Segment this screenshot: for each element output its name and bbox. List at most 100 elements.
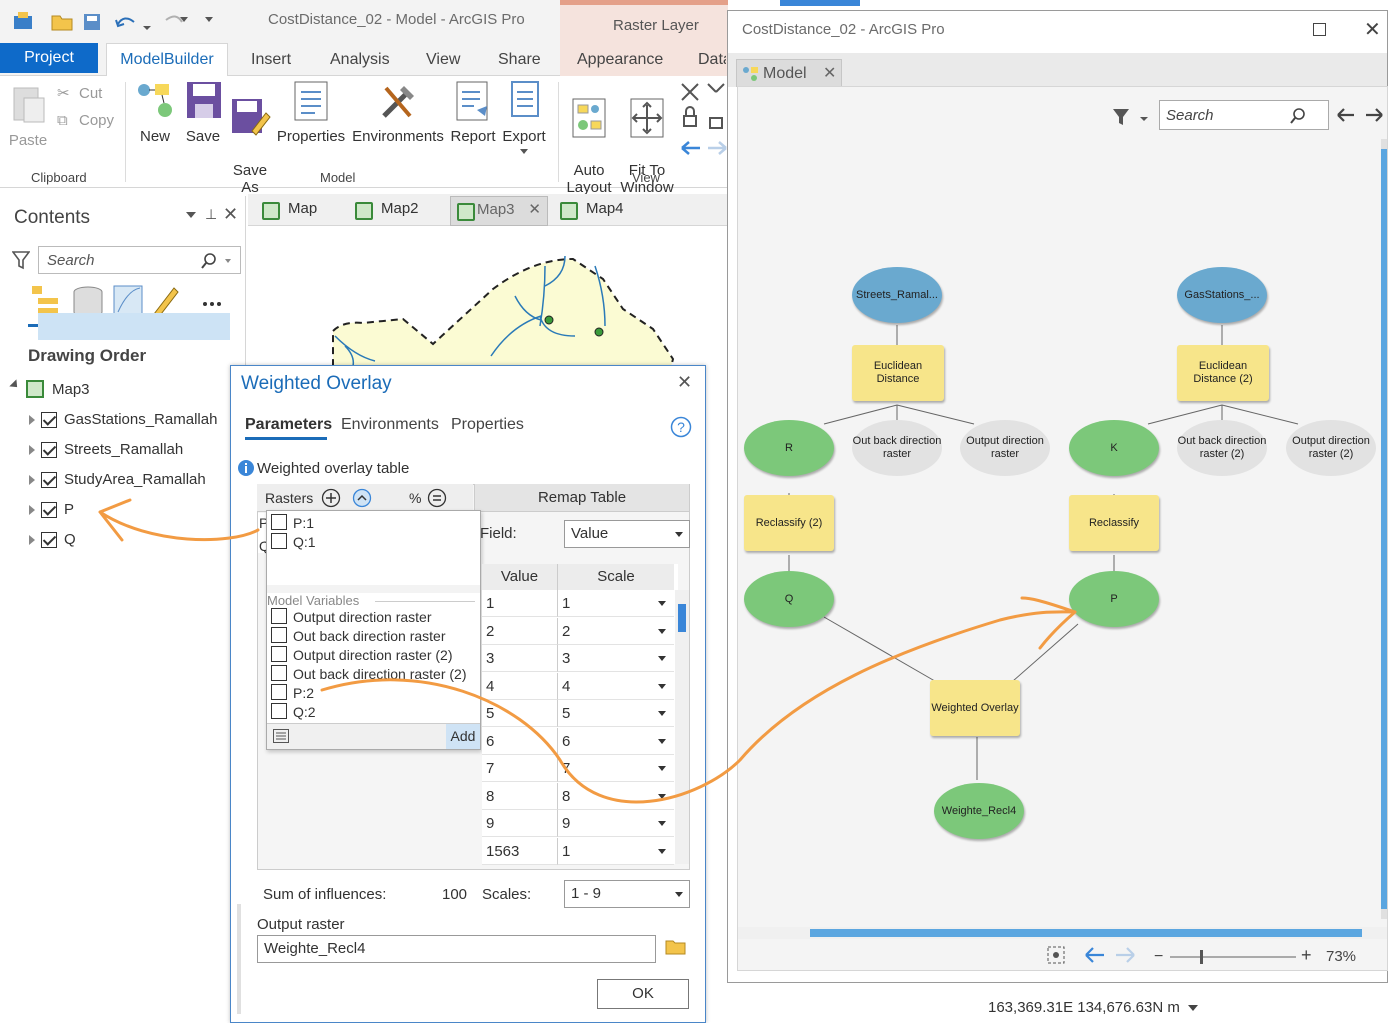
layer-visibility-checkbox[interactable] [41, 532, 57, 548]
close-icon[interactable]: ✕ [223, 204, 238, 225]
layer-streets[interactable]: Streets_Ramallah [64, 441, 183, 458]
checkbox[interactable] [271, 533, 287, 549]
tab-share[interactable]: Share [498, 51, 541, 69]
layer-p[interactable]: P [64, 501, 74, 518]
properties-button[interactable]: Properties [276, 80, 346, 145]
save-as-button[interactable]: Save As [229, 80, 271, 196]
model-var-item[interactable]: P:2 [271, 684, 314, 702]
remap-value-cell[interactable]: 8 [482, 782, 558, 810]
remap-value-cell[interactable]: 5 [482, 700, 558, 727]
save-button[interactable]: Save [182, 80, 224, 145]
remap-scrollbar[interactable] [675, 590, 689, 864]
zoom-out-icon[interactable]: − [1154, 948, 1163, 966]
expand-icon[interactable] [29, 415, 35, 425]
vertical-scrollbar[interactable] [1381, 139, 1387, 919]
equal-influence-icon[interactable] [427, 488, 447, 508]
tab-map[interactable]: Map [262, 200, 317, 226]
checkbox[interactable] [271, 627, 287, 643]
remap-scale-select[interactable]: 4 [558, 672, 674, 700]
model-var-item[interactable]: Output direction raster (2) [271, 646, 453, 664]
environments-button[interactable]: Environments [352, 80, 444, 145]
tab-parameters[interactable]: Parameters [245, 416, 332, 434]
copy-button[interactable]: ⧉ Copy [57, 112, 114, 129]
tool-weighted-overlay[interactable]: Weighted Overlay [930, 680, 1020, 736]
report-button[interactable]: Report [450, 80, 496, 145]
close-icon[interactable]: ✕ [823, 63, 836, 83]
folder-icon[interactable] [665, 938, 687, 956]
checkbox[interactable] [271, 514, 287, 530]
export-button[interactable]: Export [500, 80, 548, 154]
remap-scale-select[interactable]: 9 [558, 810, 674, 837]
map-expand-icon[interactable] [9, 379, 21, 391]
zoom-slider-thumb[interactable] [1200, 950, 1203, 964]
view-small-tools[interactable] [680, 82, 728, 160]
node-p[interactable]: P [1069, 571, 1159, 627]
map-view[interactable] [255, 226, 728, 400]
tool-euclidean-distance-2[interactable]: Euclidean Distance (2) [1177, 345, 1269, 401]
checkbox[interactable] [271, 608, 287, 624]
chevron-down-icon[interactable] [1188, 1005, 1198, 1011]
pin-icon[interactable]: ⊥ [205, 206, 217, 223]
contents-search-input[interactable]: Search [38, 246, 241, 274]
tab-data[interactable]: Data [698, 51, 726, 69]
tab-analysis[interactable]: Analysis [330, 51, 390, 69]
remap-value-cell[interactable]: 6 [482, 727, 558, 755]
remap-value-cell[interactable]: 3 [482, 645, 558, 672]
node-r[interactable]: R [744, 420, 834, 476]
field-select[interactable]: Value [564, 520, 690, 548]
horizontal-scrollbar[interactable] [738, 927, 1387, 939]
cut-button[interactable]: ✂ Cut [57, 84, 102, 102]
layer-visibility-checkbox[interactable] [41, 472, 57, 488]
node-out-back-direction-2[interactable]: Out back direction raster (2) [1177, 420, 1267, 476]
remap-scale-select[interactable]: 6 [558, 727, 674, 755]
expand-icon[interactable] [29, 505, 35, 515]
node-q[interactable]: Q [744, 571, 834, 627]
node-output-raster[interactable]: Weighte_Recl4 [934, 783, 1024, 839]
remap-value-cell[interactable]: 9 [482, 810, 558, 837]
node-output-direction-2[interactable]: Output direction raster (2) [1286, 420, 1376, 476]
export-dropdown-icon[interactable] [520, 149, 528, 154]
remap-scale-select[interactable]: 1 [558, 590, 674, 617]
zoom-level[interactable]: 73% [1326, 948, 1356, 965]
map-name[interactable]: Map3 [52, 381, 90, 398]
move-up-icon[interactable] [352, 488, 372, 508]
tab-model[interactable]: Model ✕ [736, 59, 842, 87]
scrollbar-thumb[interactable] [678, 604, 686, 632]
node-output-direction[interactable]: Output direction raster [960, 420, 1050, 476]
tab-appearance[interactable]: Appearance [577, 51, 663, 69]
remap-scale-select[interactable]: 8 [558, 782, 674, 810]
expand-icon[interactable] [29, 475, 35, 485]
model-canvas[interactable]: Search Streets_Ramal... GasStations_... … [737, 86, 1388, 971]
output-raster-input[interactable]: Weighte_Recl4 [257, 935, 656, 963]
expand-icon[interactable] [29, 535, 35, 545]
layer-studyarea[interactable]: StudyArea_Ramallah [64, 471, 206, 488]
tab-insert[interactable]: Insert [251, 51, 291, 69]
model-var-item[interactable]: Out back direction raster [271, 627, 446, 645]
remap-value-cell[interactable]: 1563 [482, 837, 558, 865]
remap-value-cell[interactable]: 1 [482, 590, 558, 617]
scrollbar-thumb[interactable] [1381, 149, 1387, 909]
remap-scale-select[interactable]: 7 [558, 755, 674, 782]
customize-qa-icon[interactable] [205, 17, 213, 22]
remap-scale-select[interactable]: 5 [558, 700, 674, 727]
tab-properties[interactable]: Properties [451, 416, 524, 434]
layer-visibility-checkbox[interactable] [41, 442, 57, 458]
layer-q[interactable]: Q [64, 531, 76, 548]
model-var-item[interactable]: Output direction raster [271, 608, 432, 626]
close-icon[interactable]: ✕ [677, 372, 692, 393]
remap-value-cell[interactable]: 4 [482, 672, 558, 700]
remap-scale-select[interactable]: 1 [558, 837, 674, 865]
add-button[interactable]: Add [446, 724, 480, 749]
model-var-item[interactable]: Q:2 [271, 703, 316, 721]
layer-visibility-checkbox[interactable] [41, 412, 57, 428]
new-button[interactable]: New [134, 80, 176, 145]
add-raster-icon[interactable] [321, 488, 341, 508]
tab-modelbuilder[interactable]: ModelBuilder [106, 43, 228, 77]
auto-layout-button[interactable]: Auto Layout [564, 80, 614, 196]
checkbox[interactable] [271, 684, 287, 700]
scrollbar-thumb[interactable] [810, 929, 1362, 937]
node-k[interactable]: K [1069, 420, 1159, 476]
canvas-nav-tools[interactable] [1046, 945, 1136, 967]
tab-map4[interactable]: Map4 [560, 200, 624, 226]
checkbox[interactable] [271, 703, 287, 719]
